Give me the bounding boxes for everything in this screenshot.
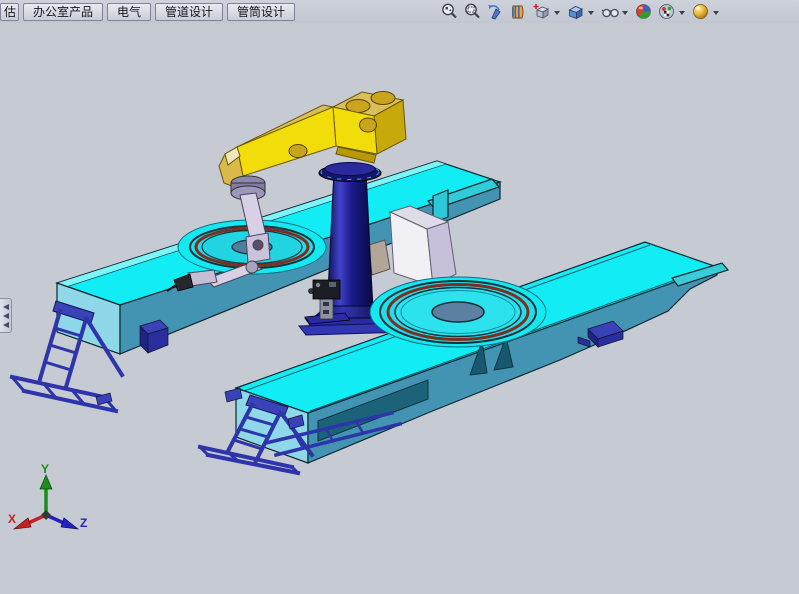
apply-scene-dropdown-arrow[interactable] xyxy=(679,11,685,15)
view-orientation-icon[interactable] xyxy=(530,2,553,22)
edit-appearance-icon[interactable] xyxy=(632,2,655,22)
hide-show-items-dropdown-arrow[interactable] xyxy=(622,11,628,15)
apply-scene-icon[interactable] xyxy=(655,2,678,22)
chevron-left-icon xyxy=(3,322,9,328)
view-orientation-dropdown-arrow[interactable] xyxy=(554,11,560,15)
chevron-left-icon xyxy=(3,313,9,319)
tab-evaluate-partial[interactable]: 估 xyxy=(0,3,19,21)
triad-x-label: X xyxy=(8,512,16,526)
chevron-left-icon xyxy=(3,304,9,310)
zoom-to-area-icon[interactable] xyxy=(461,2,484,22)
triad-z-label: Z xyxy=(80,516,87,530)
view-toolbar xyxy=(438,0,723,23)
command-tab-bar: 估 办公室产品 电气 管道设计 管筒设计 xyxy=(0,0,799,24)
feature-panel-toggle[interactable] xyxy=(0,298,12,333)
front-turntable-ring[interactable] xyxy=(370,277,546,347)
view-settings-dropdown-arrow[interactable] xyxy=(713,11,719,15)
view-settings-icon[interactable] xyxy=(689,2,712,22)
hide-show-items-icon[interactable] xyxy=(598,2,621,22)
section-view-icon[interactable] xyxy=(507,2,530,22)
graphics-viewport[interactable]: X Y Z xyxy=(0,23,799,589)
display-style-icon[interactable] xyxy=(564,2,587,22)
ribbon-tabs: 估 办公室产品 电气 管道设计 管筒设计 xyxy=(0,0,295,23)
rear-beam-bracket[interactable] xyxy=(140,320,168,353)
tab-electrical[interactable]: 电气 xyxy=(107,3,151,21)
tab-tubing-design[interactable]: 管筒设计 xyxy=(227,3,295,21)
model-scene: X Y Z xyxy=(0,23,799,589)
zoom-to-fit-icon[interactable] xyxy=(438,2,461,22)
tab-piping-design[interactable]: 管道设计 xyxy=(155,3,223,21)
reference-triad: X Y Z xyxy=(8,462,87,530)
rotate-view-icon[interactable] xyxy=(484,2,507,22)
display-style-dropdown-arrow[interactable] xyxy=(588,11,594,15)
triad-y-label: Y xyxy=(41,462,49,476)
tab-office-products[interactable]: 办公室产品 xyxy=(23,3,103,21)
